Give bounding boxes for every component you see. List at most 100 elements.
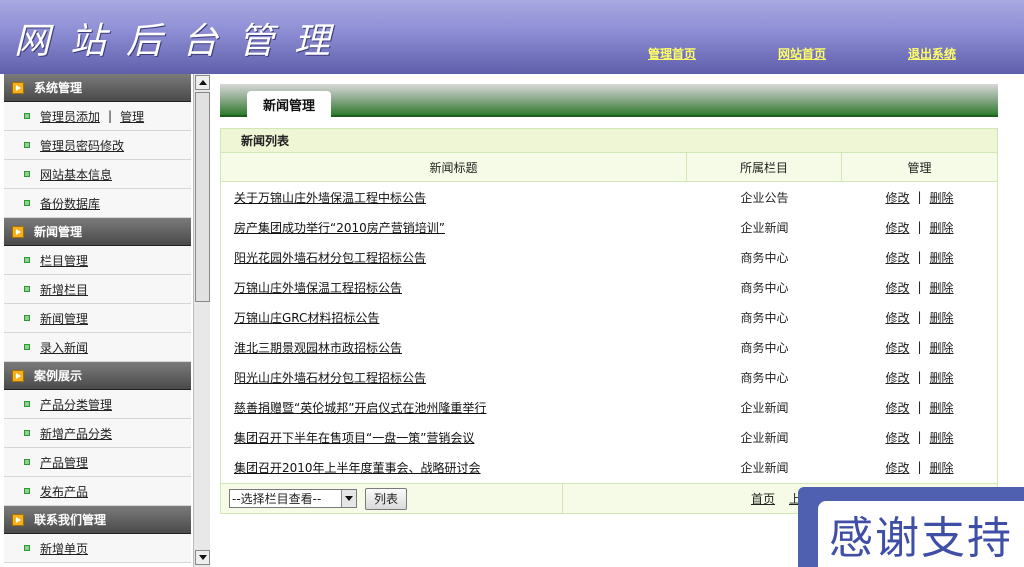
delete-link[interactable]: 删除	[930, 339, 954, 356]
delete-link[interactable]: 删除	[930, 219, 954, 236]
edit-link[interactable]: 修改	[885, 189, 909, 206]
news-title-link[interactable]: 淮北三期景观园林市政招标公告	[234, 339, 402, 356]
arrow-right-icon	[12, 513, 24, 526]
bullet-icon	[24, 488, 30, 494]
news-actions-cell: 修改 | 删除	[842, 452, 997, 482]
edit-link[interactable]: 修改	[885, 369, 909, 386]
news-category-cell: 商务中心	[740, 340, 789, 355]
edit-link[interactable]: 修改	[885, 309, 909, 326]
news-title-cell: 阳光山庄外墙石材分包工程招标公告	[221, 362, 687, 392]
delete-link[interactable]: 删除	[930, 429, 954, 446]
pager-first[interactable]: 首页	[751, 490, 775, 507]
filter-area: --选择栏目查看-- 列表	[221, 484, 563, 513]
news-title-link[interactable]: 万锦山庄GRC材料招标公告	[234, 309, 379, 326]
separator: |	[917, 220, 922, 234]
delete-link[interactable]: 删除	[930, 399, 954, 416]
thanks-badge-inner: 感谢支持	[818, 501, 1024, 567]
arrow-right-icon	[12, 225, 24, 238]
edit-link[interactable]: 修改	[885, 339, 909, 356]
sidebar-section-contact[interactable]: 联系我们管理	[4, 506, 191, 534]
edit-link[interactable]: 修改	[885, 219, 909, 236]
news-actions-cell: 修改 | 删除	[842, 332, 997, 362]
table-row: 阳光山庄外墙石材分包工程招标公告 商务中心 修改 | 删除	[221, 362, 997, 392]
news-title-link[interactable]: 房产集团成功举行“2010房产营销培训”	[234, 219, 445, 236]
product-publish-link[interactable]: 发布产品	[40, 483, 88, 500]
edit-link[interactable]: 修改	[885, 459, 909, 476]
news-add-link[interactable]: 录入新闻	[40, 339, 88, 356]
list-button[interactable]: 列表	[365, 487, 408, 510]
edit-link[interactable]: 修改	[885, 429, 909, 446]
tab-news-manage[interactable]: 新闻管理	[247, 91, 331, 117]
password-link[interactable]: 管理员密码修改	[40, 137, 124, 154]
news-actions-cell: 修改 | 删除	[842, 272, 997, 302]
sidebar: 系统管理 管理员添加 | 管理 管理员密码修改 网站基本信息 备份数据库 新闻管…	[4, 74, 191, 567]
separator: |	[917, 400, 922, 414]
sidebar-section-cases[interactable]: 案例展示	[4, 362, 191, 390]
news-actions-cell: 修改 | 删除	[842, 212, 997, 242]
delete-link[interactable]: 删除	[930, 189, 954, 206]
news-actions-cell: 修改 | 删除	[842, 392, 997, 422]
thanks-badge[interactable]: 感谢支持	[798, 487, 1024, 567]
news-title-link[interactable]: 集团召开2010年上半年度董事会、战略研讨会	[234, 459, 481, 476]
nav-site-home[interactable]: 网站首页	[778, 45, 826, 62]
edit-link[interactable]: 修改	[885, 279, 909, 296]
table-row: 关于万锦山庄外墙保温工程中标公告 企业公告 修改 | 删除	[221, 182, 997, 212]
header: 网站后台管理 管理首页 网站首页 退出系统	[0, 0, 1024, 74]
delete-link[interactable]: 删除	[930, 459, 954, 476]
news-title-link[interactable]: 万锦山庄外墙保温工程招标公告	[234, 279, 402, 296]
sidebar-item-product-publish: 发布产品	[4, 477, 191, 506]
thanks-badge-text: 感谢支持	[829, 513, 1013, 564]
product-category-add-link[interactable]: 新增产品分类	[40, 425, 112, 442]
sidebar-section-system[interactable]: 系统管理	[4, 74, 191, 102]
news-title-link[interactable]: 阳光花园外墙石材分包工程招标公告	[234, 249, 426, 266]
news-title-cell: 集团召开下半年在售项目“一盘一策”营销会议	[221, 422, 687, 452]
scroll-down-icon[interactable]	[195, 550, 210, 565]
scroll-thumb[interactable]	[195, 92, 210, 302]
bullet-icon	[24, 545, 30, 551]
site-info-link[interactable]: 网站基本信息	[40, 166, 112, 183]
scroll-up-icon[interactable]	[195, 75, 210, 90]
product-manage-link[interactable]: 产品管理	[40, 454, 88, 471]
nav-admin-home[interactable]: 管理首页	[648, 45, 696, 62]
category-select[interactable]: --选择栏目查看--	[229, 489, 357, 508]
bullet-icon	[24, 257, 30, 263]
news-title-cell: 万锦山庄外墙保温工程招标公告	[221, 272, 687, 302]
page-add-link[interactable]: 新增单页	[40, 540, 88, 557]
news-title-link[interactable]: 阳光山庄外墙石材分包工程招标公告	[234, 369, 426, 386]
separator: |	[108, 109, 113, 123]
column-manage-link[interactable]: 栏目管理	[40, 252, 88, 269]
delete-link[interactable]: 删除	[930, 279, 954, 296]
news-title-cell: 万锦山庄GRC材料招标公告	[221, 302, 687, 332]
sidebar-item-admin-add: 管理员添加 | 管理	[4, 102, 191, 131]
product-category-link[interactable]: 产品分类管理	[40, 396, 112, 413]
content-tabbar: 新闻管理	[220, 84, 998, 117]
sidebar-item-product-category: 产品分类管理	[4, 390, 191, 419]
delete-link[interactable]: 删除	[930, 309, 954, 326]
sidebar-section-news[interactable]: 新闻管理	[4, 218, 191, 246]
separator: |	[917, 310, 922, 324]
separator: |	[917, 340, 922, 354]
news-category-cell: 企业新闻	[740, 220, 789, 235]
news-title-link[interactable]: 关于万锦山庄外墙保温工程中标公告	[234, 189, 426, 206]
edit-link[interactable]: 修改	[885, 249, 909, 266]
sidebar-scrollbar[interactable]	[193, 74, 210, 567]
news-title-cell: 慈善捐赠暨“英伦城邦”开启仪式在池州隆重举行	[221, 392, 687, 422]
delete-link[interactable]: 删除	[930, 249, 954, 266]
news-title-link[interactable]: 慈善捐赠暨“英伦城邦”开启仪式在池州隆重举行	[234, 399, 486, 416]
admin-add-link[interactable]: 管理员添加	[40, 108, 100, 125]
column-add-link[interactable]: 新增栏目	[40, 281, 88, 298]
delete-link[interactable]: 删除	[930, 369, 954, 386]
edit-link[interactable]: 修改	[885, 399, 909, 416]
news-title-link[interactable]: 集团召开下半年在售项目“一盘一策”营销会议	[234, 429, 474, 446]
nav-logout[interactable]: 退出系统	[908, 45, 956, 62]
sidebar-item-news-add: 录入新闻	[4, 333, 191, 362]
column-header-manage: 管理	[907, 160, 932, 175]
admin-manage-link[interactable]: 管理	[120, 108, 144, 125]
backup-link[interactable]: 备份数据库	[40, 195, 100, 212]
table-row: 淮北三期景观园林市政招标公告 商务中心 修改 | 删除	[221, 332, 997, 362]
news-category-cell: 商务中心	[740, 280, 789, 295]
news-manage-link[interactable]: 新闻管理	[40, 310, 88, 327]
column-header-category: 所属栏目	[687, 153, 842, 181]
table-row: 房产集团成功举行“2010房产营销培训” 企业新闻 修改 | 删除	[221, 212, 997, 242]
news-table-body: 关于万锦山庄外墙保温工程中标公告 企业公告 修改 | 删除 房产集团成功举行“2010房产…	[221, 182, 997, 482]
